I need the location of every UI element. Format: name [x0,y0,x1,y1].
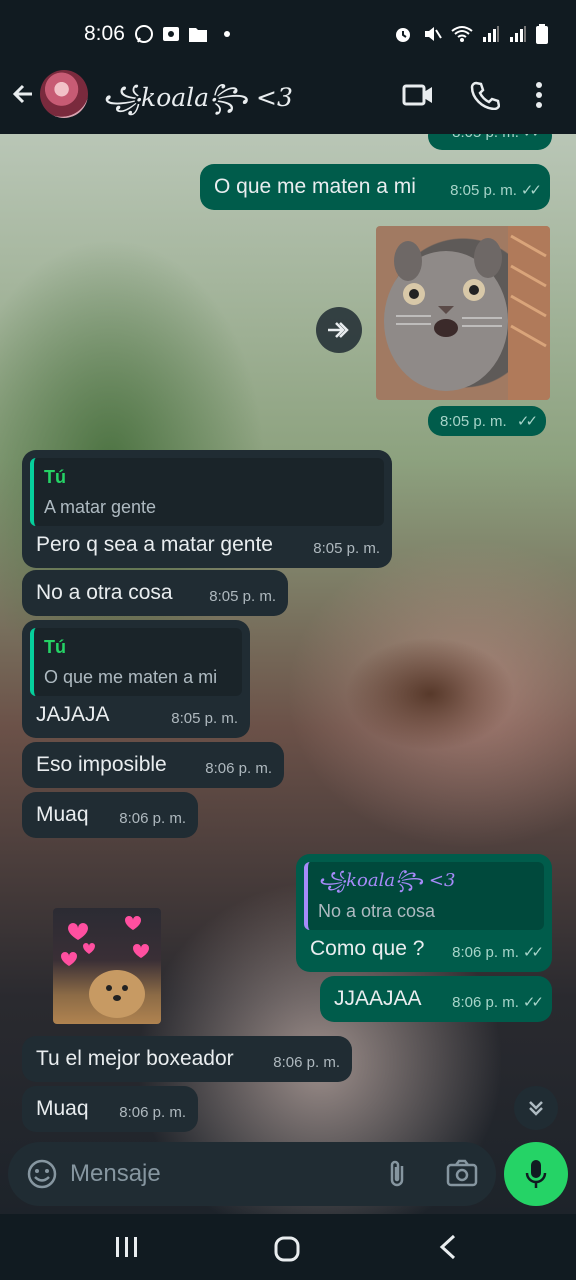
dog-sticker-image[interactable] [53,908,161,1024]
quote-text: A matar gente [44,497,157,517]
message-meta: 8:06 p. m. [273,1050,340,1076]
message-bubble[interactable]: O que me maten a mi 8:05 p. m. ✓✓ [200,164,550,210]
message-meta: 8:05 p. m. [171,706,238,732]
message-time: 8:06 p. m. [205,760,272,777]
mic-icon [525,1160,547,1188]
read-ticks-icon: ✓✓ [522,994,544,1011]
recent-apps-icon[interactable] [114,1236,140,1258]
message-bubble[interactable]: JJAAJAA 8:06 p. m. ✓✓ [320,976,552,1022]
photo-icon [163,27,179,41]
quote-author: ꧁koala꧂ <3 [318,870,456,891]
nav-back-icon[interactable] [438,1234,458,1260]
message-meta: 8:05 p. m.✓✓ [450,178,542,204]
message-text: Muaq [36,1097,89,1120]
avatar[interactable] [40,70,88,118]
message-meta: 8:06 p. m. [119,806,186,832]
whatsapp-icon [135,25,153,43]
message-time: 8:05 p. m. [209,588,276,605]
status-bar: 8:06 [0,0,576,66]
chat-area[interactable]: 8:05 p. m.✓✓ O que me maten a mi 8:05 p.… [0,134,576,1214]
quote-text: No a otra cosa [318,901,436,921]
quoted-message[interactable]: ꧁koala꧂ <3 No a otra cosa [304,862,544,930]
message-bubble[interactable]: Tú O que me maten a mi JAJAJA 8:05 p. m. [22,620,250,738]
message-meta: 8:06 p. m. ✓✓ [452,940,544,966]
emoji-icon[interactable] [26,1158,58,1190]
video-call-icon[interactable] [402,82,434,108]
mic-button[interactable] [504,1142,568,1206]
message-time: 8:06 p. m. [119,810,186,827]
quoted-message[interactable]: Tú A matar gente [30,458,384,526]
message-text: JJAAJAA [334,987,422,1010]
dog-hearts-illustration [61,916,149,1018]
more-notifications-dot [224,31,230,37]
message-time: 8:05 p. m. [450,182,517,199]
message-bubble[interactable]: 8:05 p. m. ✓✓ [428,134,552,150]
message-text: Muaq [36,803,89,826]
mute-icon [425,27,442,41]
folder-icon [189,28,207,42]
message-time: 8:05 p. m. [440,413,507,430]
forward-icon [328,322,349,338]
message-meta: 8:06 p. m. [205,756,272,782]
scroll-down-button[interactable] [514,1086,558,1130]
message-time: 8:05 p. m. [452,134,519,146]
status-time: 8:06 [84,22,125,45]
message-bubble[interactable]: Tú A matar gente Pero q sea a matar gent… [22,450,392,568]
read-ticks-icon: ✓✓ [523,134,544,146]
message-bubble[interactable]: Eso imposible 8:06 p. m. [22,742,284,788]
system-icons [393,24,548,44]
message-meta: 8:05 p. m. [209,584,276,610]
voice-call-icon[interactable] [470,80,500,110]
wifi-icon [451,26,473,42]
forward-button[interactable] [316,307,362,353]
message-time: 8:05 p. m. [171,710,238,727]
message-bubble[interactable]: Muaq 8:06 p. m. [22,1086,198,1132]
more-icon[interactable] [534,80,544,110]
message-input[interactable] [70,1156,370,1192]
read-ticks-icon: ✓✓ [516,413,538,430]
message-bubble[interactable]: Tu el mejor boxeador 8:06 p. m. [22,1036,352,1082]
quote-author: Tú [44,467,66,487]
message-text: Eso imposible [36,753,167,776]
camera-icon[interactable] [446,1158,478,1188]
message-time: 8:05 p. m. [313,540,380,557]
cat-sticker-image[interactable] [376,226,550,400]
message-text: O que me maten a mi [214,175,416,198]
message-meta: 8:06 p. m. ✓✓ [452,990,544,1016]
cat-face-illustration [384,226,550,400]
quote-text: O que me maten a mi [44,667,218,687]
battery-icon [536,24,548,44]
message-bubble[interactable]: Muaq 8:06 p. m. [22,792,198,838]
system-nav-bar [0,1214,576,1280]
read-ticks-icon: ✓✓ [520,182,542,199]
chat-header: ꧁koala꧂ <3 [0,66,576,134]
sticker-time-pill: 8:05 p. m. ✓✓ [428,406,547,436]
signal-icon [483,26,499,42]
quote-author: Tú [44,637,66,657]
read-ticks-icon: ✓✓ [522,944,544,961]
alarm-icon [396,28,410,42]
message-composer [8,1142,496,1206]
message-text: No a otra cosa [36,581,173,604]
home-icon[interactable] [274,1236,300,1262]
message-bubble[interactable]: No a otra cosa 8:05 p. m. [22,570,288,616]
message-bubble[interactable]: ꧁koala꧂ <3 No a otra cosa Como que ? 8:0… [296,854,552,972]
message-time: 8:06 p. m. [452,944,519,961]
back-arrow-icon[interactable] [10,80,38,108]
message-time: 8:06 p. m. [119,1104,186,1121]
scroll-down-icon [529,1101,543,1116]
signal-icon-2 [510,26,526,42]
message-meta: 8:05 p. m. ✓✓ [452,134,544,146]
notification-icons [134,24,230,44]
message-meta: 8:05 p. m. [313,536,380,562]
quoted-message[interactable]: Tú O que me maten a mi [30,628,242,696]
message-text: Tu el mejor boxeador [36,1047,234,1070]
message-time: 8:06 p. m. [452,994,519,1011]
contact-name[interactable]: ꧁koala꧂ <3 [102,78,293,129]
attach-icon[interactable] [386,1158,410,1190]
message-time: 8:06 p. m. [273,1054,340,1071]
message-meta: 8:06 p. m. [119,1100,186,1126]
